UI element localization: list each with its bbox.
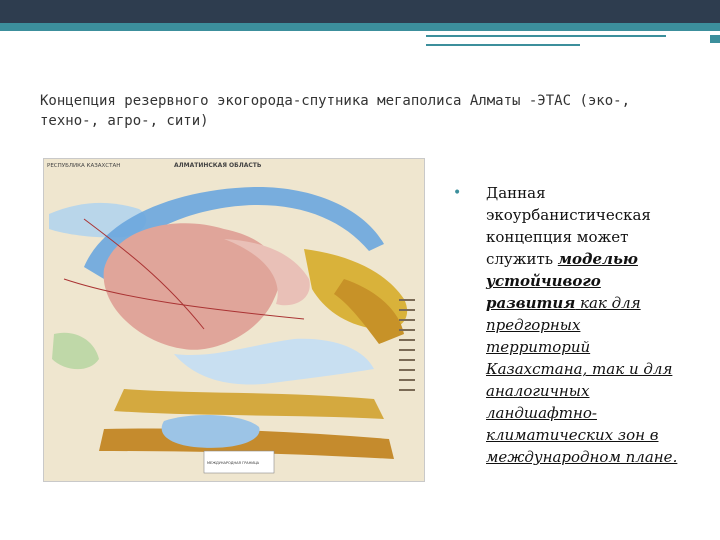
region-map-image: РЕСПУБЛИКА КАЗАХСТАН АЛМАТИНСКАЯ ОБЛАСТЬ… [43, 158, 425, 482]
map-illustration: РЕСПУБЛИКА КАЗАХСТАН АЛМАТИНСКАЯ ОБЛАСТЬ… [44, 159, 424, 481]
top-header-band [0, 0, 720, 23]
decorative-line [426, 35, 666, 37]
bullet-paragraph: Данная экоурбанистическая концепция може… [468, 182, 688, 468]
bullet-text-part2: как для предгорных территорий Казахстана… [486, 294, 678, 466]
bullet-icon: • [453, 185, 462, 201]
accent-strip [0, 23, 720, 31]
bullet-point: • Данная экоурбанистическая концепция мо… [453, 182, 688, 468]
decorative-block [710, 35, 720, 43]
decorative-line [426, 44, 580, 46]
map-left-title: РЕСПУБЛИКА КАЗАХСТАН [47, 163, 120, 169]
map-legend-label: МЕЖДУНАРОДНАЯ ГРАНИЦА [207, 461, 260, 465]
map-center-title: АЛМАТИНСКАЯ ОБЛАСТЬ [174, 162, 262, 169]
slide-title: Концепция резервного экогорода-спутника … [40, 93, 631, 129]
